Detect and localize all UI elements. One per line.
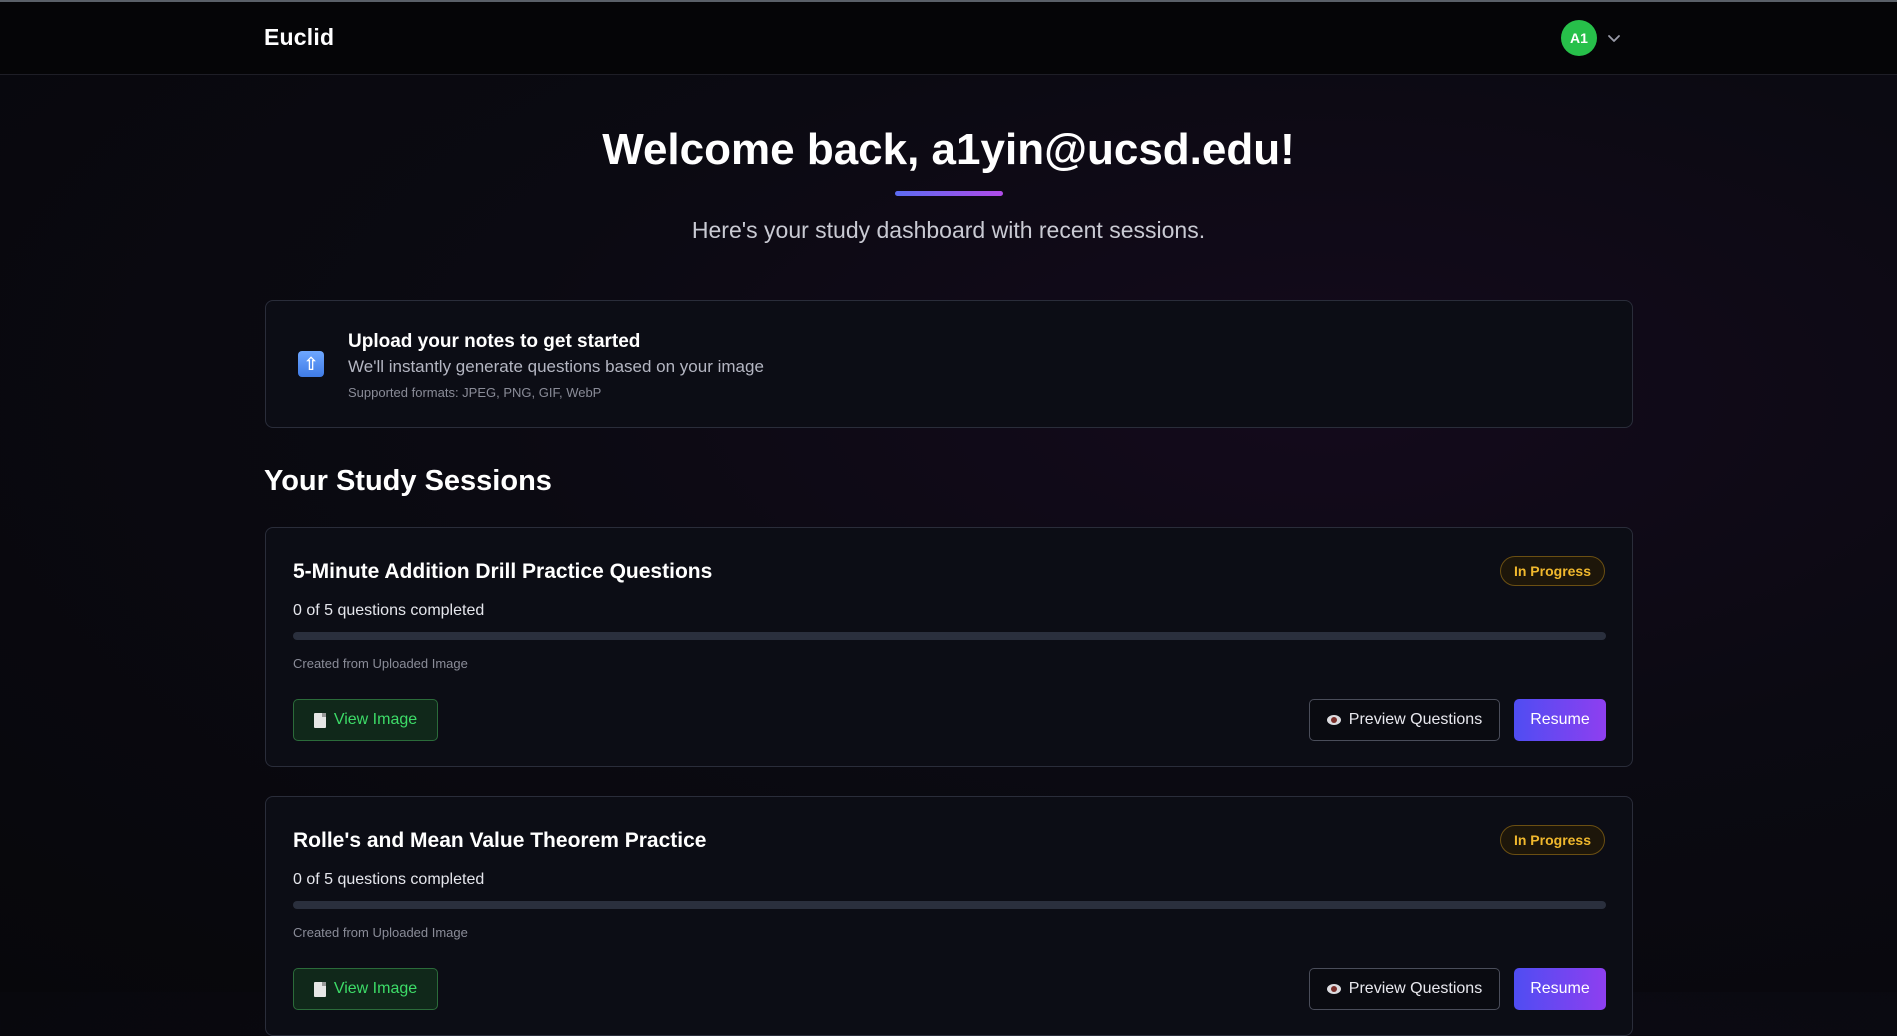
upload-formats: Supported formats: JPEG, PNG, GIF, WebP	[348, 385, 602, 400]
progress-text: 0 of 5 questions completed	[293, 602, 485, 619]
upload-dropzone[interactable]: ⇧ Upload your notes to get started We'll…	[265, 300, 1633, 428]
top-navbar: Euclid A1	[0, 2, 1897, 75]
eye-icon	[1326, 715, 1341, 725]
progress-text: 0 of 5 questions completed	[293, 871, 485, 888]
document-icon	[313, 712, 326, 728]
preview-questions-button[interactable]: Preview Questions	[1309, 699, 1500, 741]
view-image-button[interactable]: View Image	[293, 699, 438, 741]
session-title: 5-Minute Addition Drill Practice Questio…	[293, 560, 713, 583]
sessions-heading: Your Study Sessions	[264, 465, 552, 497]
upload-description: We'll instantly generate questions based…	[348, 357, 764, 376]
session-card: Rolle's and Mean Value Theorem Practice …	[265, 796, 1633, 1036]
progress-bar	[293, 632, 1606, 640]
preview-questions-button[interactable]: Preview Questions	[1309, 968, 1500, 1010]
status-badge: In Progress	[1499, 556, 1605, 586]
document-icon	[313, 981, 326, 997]
upload-title: Upload your notes to get started	[348, 331, 641, 352]
resume-button[interactable]: Resume	[1514, 968, 1606, 1010]
status-badge: In Progress	[1499, 825, 1605, 855]
view-image-label: View Image	[333, 711, 418, 728]
preview-questions-label: Preview Questions	[1348, 711, 1483, 728]
session-card: 5-Minute Addition Drill Practice Questio…	[265, 527, 1633, 767]
progress-bar	[293, 901, 1606, 909]
brand-logo[interactable]: Euclid	[264, 24, 334, 51]
created-source: Created from Uploaded Image	[293, 925, 468, 940]
chevron-down-icon[interactable]	[1604, 28, 1624, 48]
view-image-button[interactable]: View Image	[293, 968, 438, 1010]
view-image-label: View Image	[333, 980, 418, 997]
resume-button[interactable]: Resume	[1514, 699, 1606, 741]
eye-icon	[1326, 984, 1341, 994]
page-subtitle: Here's your study dashboard with recent …	[691, 217, 1206, 243]
session-title: Rolle's and Mean Value Theorem Practice	[293, 829, 707, 852]
page-title: Welcome back, a1yin@ucsd.edu!	[602, 125, 1295, 174]
upload-arrow-icon: ⇧	[298, 351, 324, 377]
user-avatar[interactable]: A1	[1561, 20, 1597, 56]
title-underline	[895, 191, 1003, 196]
created-source: Created from Uploaded Image	[293, 656, 468, 671]
preview-questions-label: Preview Questions	[1348, 980, 1483, 997]
